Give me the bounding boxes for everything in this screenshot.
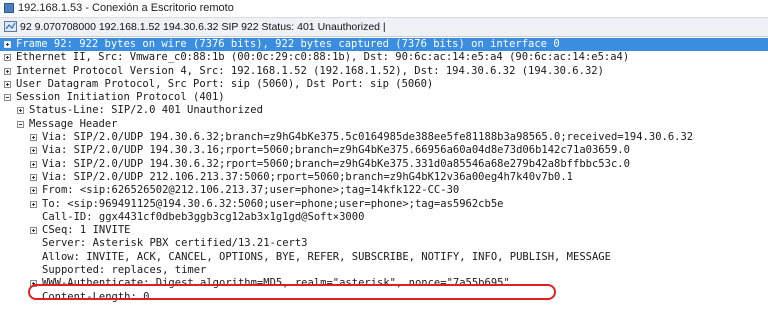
tree-row[interactable]: Content-Length: 0: [0, 291, 768, 304]
expand-icon[interactable]: [30, 147, 37, 155]
tree-row[interactable]: Via: SIP/2.0/UDP 194.30.6.32;branch=z9hG…: [0, 131, 768, 144]
tree-row[interactable]: WWW-Authenticate: Digest algorithm=MD5, …: [0, 277, 768, 290]
expand-icon[interactable]: [4, 80, 11, 88]
tree-row-label: Allow: INVITE, ACK, CANCEL, OPTIONS, BYE…: [42, 250, 611, 263]
tree-row-label: Ethernet II, Src: Vmware_c0:88:1b (00:0c…: [16, 51, 630, 64]
tree-row-label: Status-Line: SIP/2.0 401 Unauthorized: [29, 104, 263, 117]
packet-summary-text: 92 9.070708000 192.168.1.52 194.30.6.32 …: [20, 21, 386, 33]
tree-row-label: Server: Asterisk PBX certified/13.21-cer…: [42, 237, 308, 250]
tree-row-label: Supported: replaces, timer: [42, 264, 207, 277]
tree-row-label: Via: SIP/2.0/UDP 194.30.3.16;rport=5060;…: [42, 144, 630, 157]
tree-row-label: Via: SIP/2.0/UDP 194.30.6.32;branch=z9hG…: [42, 131, 694, 144]
collapse-icon[interactable]: [4, 94, 11, 102]
tree-row-label: Via: SIP/2.0/UDP 212.106.213.37:5060;rpo…: [42, 170, 574, 183]
tree-row-label: CSeq: 1 INVITE: [42, 224, 131, 237]
packet-icon: [4, 21, 17, 32]
tree-row[interactable]: Session Initiation Protocol (401): [0, 91, 768, 104]
tree-row-label: User Datagram Protocol, Src Port: sip (5…: [16, 77, 434, 90]
tree-row-label: WWW-Authenticate: Digest algorithm=MD5, …: [42, 277, 510, 290]
expand-icon[interactable]: [30, 280, 37, 288]
tree-row-label: Frame 92: 922 bytes on wire (7376 bits),…: [16, 38, 560, 50]
tree-row[interactable]: From: <sip:626526502@212.106.213.37;user…: [0, 184, 768, 197]
collapse-icon[interactable]: [17, 120, 24, 128]
expand-icon[interactable]: [30, 227, 37, 235]
tree-row-label: From: <sip:626526502@212.106.213.37;user…: [42, 184, 460, 197]
expand-icon[interactable]: [30, 187, 37, 195]
expand-icon[interactable]: [4, 67, 11, 75]
tree-row[interactable]: Call-ID: ggx4431cf0dbeb3ggb3cg12ab3x1g1g…: [0, 211, 768, 224]
tree-row[interactable]: Message Header: [0, 118, 768, 131]
tree-row[interactable]: Via: SIP/2.0/UDP 194.30.6.32;rport=5060;…: [0, 158, 768, 171]
tree-row[interactable]: To: <sip:969491125@194.30.6.32:5060;user…: [0, 198, 768, 211]
tree-row[interactable]: User Datagram Protocol, Src Port: sip (5…: [0, 78, 768, 91]
tree-row[interactable]: Frame 92: 922 bytes on wire (7376 bits),…: [0, 38, 768, 52]
packet-details-tree: Frame 92: 922 bytes on wire (7376 bits),…: [0, 38, 768, 304]
expand-icon[interactable]: [30, 173, 37, 181]
window-title: 192.168.1.53 - Conexión a Escritorio rem…: [18, 2, 234, 14]
tree-row-label: Message Header: [29, 117, 118, 130]
tree-row-label: To: <sip:969491125@194.30.6.32:5060;user…: [42, 197, 504, 210]
tree-row[interactable]: Internet Protocol Version 4, Src: 192.16…: [0, 65, 768, 78]
expand-icon[interactable]: [4, 54, 11, 62]
tree-row[interactable]: CSeq: 1 INVITE: [0, 224, 768, 237]
expand-icon[interactable]: [30, 200, 37, 208]
expand-icon[interactable]: [30, 160, 37, 168]
tree-row[interactable]: Supported: replaces, timer: [0, 264, 768, 277]
packet-summary-bar: 92 9.070708000 192.168.1.52 194.30.6.32 …: [0, 18, 768, 37]
window-title-bar: 192.168.1.53 - Conexión a Escritorio rem…: [0, 0, 768, 18]
tree-row[interactable]: Server: Asterisk PBX certified/13.21-cer…: [0, 237, 768, 250]
tree-row-label: Session Initiation Protocol (401): [16, 91, 225, 104]
tree-row-label: Via: SIP/2.0/UDP 194.30.6.32;rport=5060;…: [42, 157, 630, 170]
tree-row-label: Content-Length: 0: [42, 290, 150, 303]
tree-row[interactable]: Via: SIP/2.0/UDP 194.30.3.16;rport=5060;…: [0, 144, 768, 157]
tree-row[interactable]: Status-Line: SIP/2.0 401 Unauthorized: [0, 104, 768, 117]
remote-desktop-icon: [4, 3, 14, 13]
tree-row-label: Call-ID: ggx4431cf0dbeb3ggb3cg12ab3x1g1g…: [42, 210, 365, 223]
tree-row[interactable]: Via: SIP/2.0/UDP 212.106.213.37:5060;rpo…: [0, 171, 768, 184]
expand-icon[interactable]: [4, 41, 11, 48]
tree-row-label: Internet Protocol Version 4, Src: 192.16…: [16, 64, 604, 77]
expand-icon[interactable]: [30, 134, 37, 142]
tree-row[interactable]: Allow: INVITE, ACK, CANCEL, OPTIONS, BYE…: [0, 251, 768, 264]
tree-row[interactable]: Ethernet II, Src: Vmware_c0:88:1b (00:0c…: [0, 51, 768, 64]
expand-icon[interactable]: [17, 107, 24, 115]
